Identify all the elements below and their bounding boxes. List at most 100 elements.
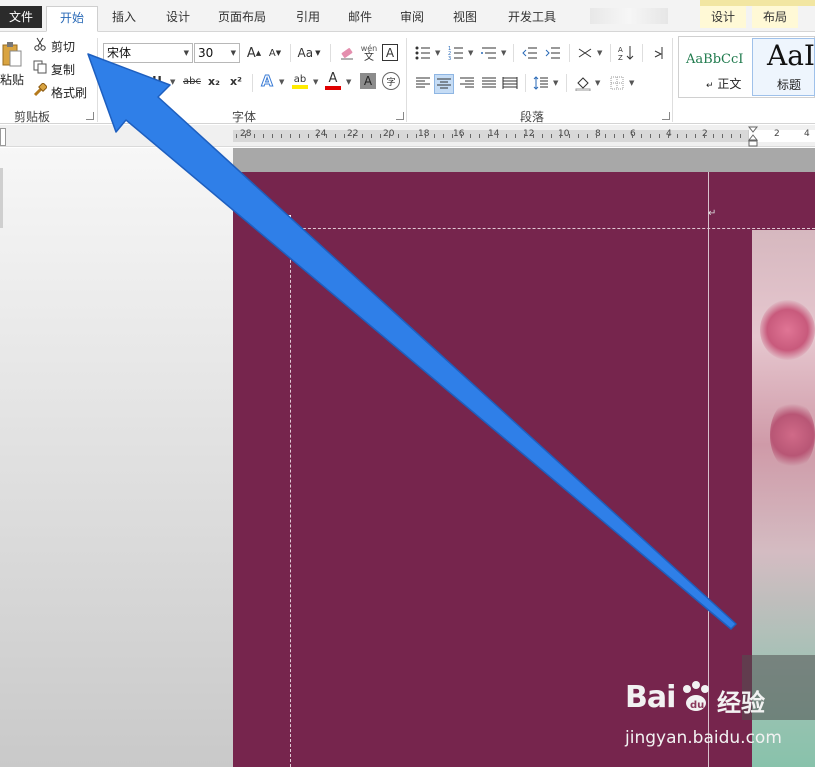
ruler-tick	[623, 134, 624, 138]
line-spacing-icon[interactable]	[532, 74, 550, 92]
numbering-icon[interactable]: 123	[447, 44, 465, 62]
show-marks-icon[interactable]	[650, 44, 666, 62]
highlight-button[interactable]: ab	[290, 70, 310, 92]
align-center-icon[interactable]	[434, 74, 454, 94]
borders-icon[interactable]	[608, 74, 626, 92]
ruler-tick	[362, 134, 363, 138]
grow-font-icon[interactable]: A ▲	[245, 44, 263, 62]
brush-icon[interactable]	[32, 82, 48, 98]
tab-insert[interactable]: 插入	[104, 6, 144, 32]
paste-icon[interactable]	[0, 40, 24, 70]
tab-context-design[interactable]: 设计	[700, 6, 746, 28]
chevron-down-icon[interactable]: ▼	[313, 78, 318, 86]
asian-layout-icon[interactable]	[576, 44, 594, 62]
tab-references[interactable]: 引用	[288, 6, 328, 32]
strikethrough-button[interactable]: abc	[181, 72, 203, 90]
chevron-down-icon[interactable]: ▼	[597, 49, 602, 57]
separator	[525, 74, 526, 92]
tab-review[interactable]: 审阅	[392, 6, 432, 32]
paragraph-launcher-icon[interactable]	[662, 112, 670, 120]
ruler-tick	[488, 134, 489, 138]
paragraph-mark-icon: ↵	[708, 208, 717, 219]
ruler-tick	[281, 134, 282, 138]
tab-developer[interactable]: 开发工具	[500, 6, 564, 32]
ruler-tick	[650, 134, 651, 138]
italic-button[interactable]: I	[134, 72, 148, 90]
tab-home[interactable]: 开始	[46, 6, 98, 32]
tab-page-layout[interactable]: 页面布局	[210, 6, 274, 32]
tab-selector-icon[interactable]	[0, 128, 6, 146]
font-size-combo[interactable]: 30 ▼	[194, 43, 240, 63]
chevron-down-icon[interactable]: ▼	[279, 78, 284, 86]
chevron-down-icon[interactable]: ▼	[595, 79, 600, 87]
shading-icon[interactable]	[574, 74, 592, 92]
document-page[interactable]	[233, 172, 815, 767]
chevron-down-icon[interactable]: ▼	[629, 79, 634, 87]
ruler-tick	[389, 134, 390, 138]
sort-icon[interactable]: AZ	[617, 44, 635, 62]
ruler-tick	[533, 134, 534, 138]
ruler-tick	[344, 134, 345, 138]
superscript-button[interactable]: x²	[227, 72, 245, 90]
clear-format-icon[interactable]	[338, 44, 356, 62]
copy-icon[interactable]	[32, 59, 48, 75]
paste-button[interactable]: 粘贴	[0, 71, 24, 88]
ruler-tick	[326, 134, 327, 138]
ruler-tick	[641, 134, 642, 138]
chevron-down-icon: ▼	[183, 49, 189, 57]
shrink-font-icon[interactable]: A ▼	[266, 44, 284, 62]
text-boundary-corner	[285, 215, 291, 221]
align-left-icon[interactable]	[414, 74, 432, 92]
tab-context-layout[interactable]: 布局	[752, 6, 798, 28]
chevron-down-icon[interactable]: ▼	[468, 49, 473, 57]
ruler-tick	[596, 134, 597, 138]
ruler-tick	[416, 134, 417, 138]
multilevel-list-icon[interactable]	[480, 44, 498, 62]
tab-mailings[interactable]: 邮件	[340, 6, 380, 32]
tab-design[interactable]: 设计	[158, 6, 198, 32]
cut-button[interactable]: 剪切	[51, 38, 75, 55]
chevron-down-icon[interactable]: ▼	[553, 79, 558, 87]
group-separator	[97, 38, 98, 122]
ruler-tick	[677, 134, 678, 138]
enclose-char-button[interactable]: 字	[382, 72, 400, 90]
paw-icon: du	[678, 680, 714, 722]
ruler-tick	[587, 134, 588, 138]
bullets-icon[interactable]	[414, 44, 432, 62]
chevron-down-icon[interactable]: ▼	[435, 49, 440, 57]
subscript-button[interactable]: x₂	[205, 72, 223, 90]
justify-icon[interactable]	[480, 74, 498, 92]
change-case-button[interactable]: Aa ▼	[295, 44, 323, 62]
ruler-tick	[686, 134, 687, 138]
scissors-icon[interactable]	[32, 36, 48, 52]
font-launcher-icon[interactable]	[396, 112, 404, 120]
svg-text:Z: Z	[618, 54, 623, 61]
font-color-button[interactable]: A	[324, 70, 342, 92]
char-shading-button[interactable]: A	[360, 73, 376, 89]
copy-button[interactable]: 复制	[51, 61, 75, 78]
text-effects-button[interactable]: A	[258, 72, 276, 91]
font-name-combo[interactable]: 宋体 ▼	[103, 43, 193, 63]
ruler-tick	[371, 134, 372, 138]
chevron-down-icon[interactable]: ▼	[346, 78, 351, 86]
margin-guide-right	[708, 172, 709, 767]
clipboard-launcher-icon[interactable]	[86, 112, 94, 120]
ruler-tick	[578, 134, 579, 138]
distributed-icon[interactable]	[501, 74, 519, 92]
tab-file[interactable]: 文件	[0, 6, 42, 28]
tab-view[interactable]: 视图	[445, 6, 485, 32]
chevron-down-icon[interactable]: ▼	[501, 49, 506, 57]
phonetic-guide-button[interactable]: wén 文	[360, 42, 378, 64]
align-right-icon[interactable]	[458, 74, 476, 92]
ruler-tick	[236, 134, 237, 138]
format-painter-button[interactable]: 格式刷	[51, 84, 87, 101]
bold-button[interactable]: B	[118, 72, 132, 90]
chevron-down-icon[interactable]: ▼	[170, 78, 175, 86]
style-normal[interactable]: AaBbCcI ↵ 正文	[682, 38, 746, 96]
decrease-indent-icon[interactable]	[521, 44, 539, 62]
style-heading[interactable]: AaI 标题	[752, 38, 815, 96]
char-border-button[interactable]: A	[382, 44, 398, 61]
increase-indent-icon[interactable]	[544, 44, 562, 62]
underline-button[interactable]: U	[150, 72, 164, 90]
indent-marker-icon[interactable]	[747, 126, 759, 148]
